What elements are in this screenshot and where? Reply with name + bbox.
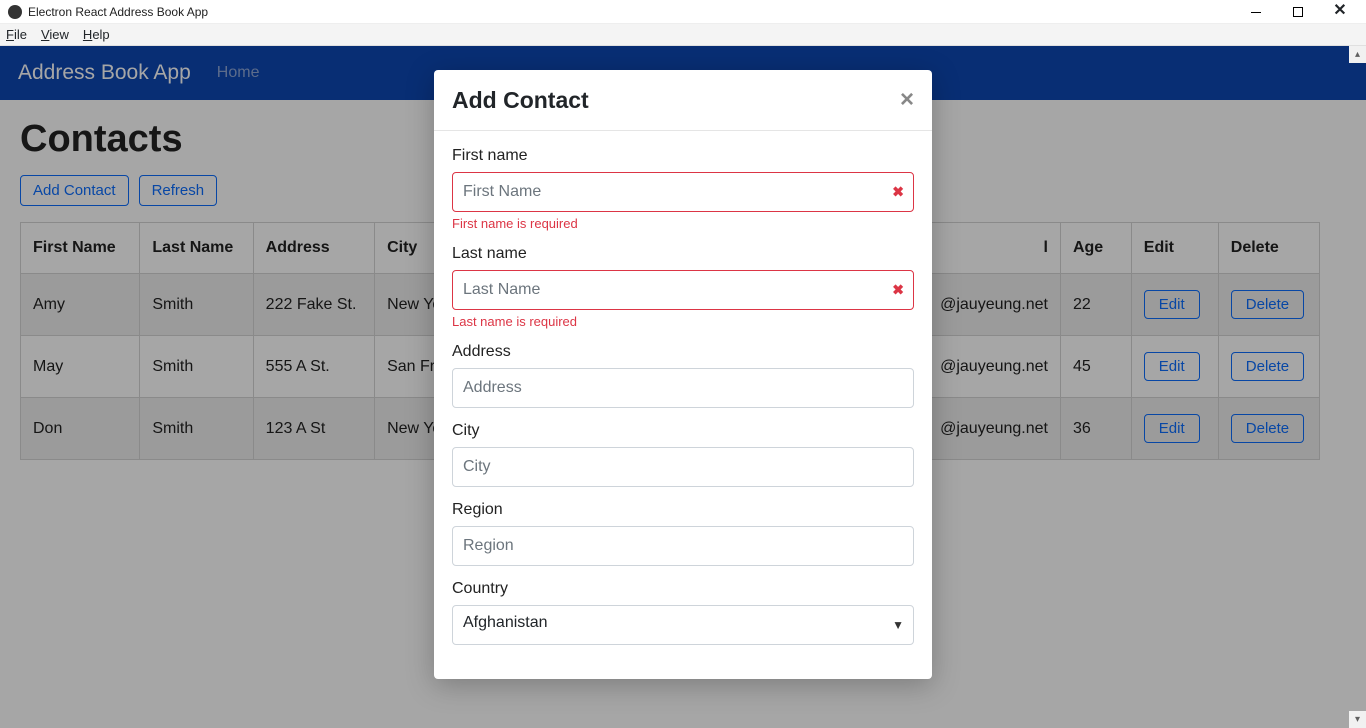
last-name-group: Last name ✖ Last name is required bbox=[452, 245, 914, 329]
first-name-input[interactable] bbox=[452, 172, 914, 212]
menu-help[interactable]: Help bbox=[83, 27, 110, 42]
first-name-group: First name ✖ First name is required bbox=[452, 147, 914, 231]
region-input[interactable] bbox=[452, 526, 914, 566]
country-group: Country Afghanistan ▼ bbox=[452, 580, 914, 645]
country-label: Country bbox=[452, 580, 914, 598]
city-label: City bbox=[452, 422, 914, 440]
window-title: Electron React Address Book App bbox=[28, 5, 208, 19]
address-group: Address bbox=[452, 343, 914, 408]
window-titlebar: Electron React Address Book App ✕ bbox=[0, 0, 1366, 24]
minimize-button[interactable] bbox=[1244, 4, 1268, 20]
menubar: File View Help bbox=[0, 24, 1366, 46]
first-name-error: First name is required bbox=[452, 216, 914, 231]
menu-file[interactable]: File bbox=[6, 27, 27, 42]
city-input[interactable] bbox=[452, 447, 914, 487]
titlebar-controls: ✕ bbox=[1244, 4, 1358, 20]
last-name-label: Last name bbox=[452, 245, 914, 263]
window-close-button[interactable]: ✕ bbox=[1328, 4, 1352, 20]
scrollbar-down-button[interactable]: ▾ bbox=[1349, 711, 1366, 728]
address-input[interactable] bbox=[452, 368, 914, 408]
maximize-button[interactable] bbox=[1286, 4, 1310, 20]
minimize-icon bbox=[1251, 12, 1261, 13]
modal-title: Add Contact bbox=[452, 87, 589, 114]
modal-body: First name ✖ First name is required Last… bbox=[434, 131, 932, 679]
menu-view[interactable]: View bbox=[41, 27, 69, 42]
last-name-input[interactable] bbox=[452, 270, 914, 310]
modal-close-button[interactable]: × bbox=[900, 86, 914, 114]
app-icon bbox=[8, 5, 22, 19]
region-group: Region bbox=[452, 501, 914, 566]
add-contact-modal: Add Contact × First name ✖ First name is… bbox=[434, 70, 932, 679]
modal-header: Add Contact × bbox=[434, 70, 932, 131]
maximize-icon bbox=[1293, 7, 1303, 17]
first-name-label: First name bbox=[452, 147, 914, 165]
country-select[interactable]: Afghanistan bbox=[452, 605, 914, 645]
last-name-input-wrap: ✖ bbox=[452, 270, 914, 310]
last-name-error: Last name is required bbox=[452, 314, 914, 329]
region-label: Region bbox=[452, 501, 914, 519]
address-label: Address bbox=[452, 343, 914, 361]
scrollbar-up-button[interactable]: ▴ bbox=[1349, 46, 1366, 63]
invalid-icon: ✖ bbox=[892, 184, 904, 201]
invalid-icon: ✖ bbox=[892, 282, 904, 299]
country-select-wrap: Afghanistan ▼ bbox=[452, 605, 914, 645]
first-name-input-wrap: ✖ bbox=[452, 172, 914, 212]
titlebar-left: Electron React Address Book App bbox=[8, 5, 208, 19]
city-group: City bbox=[452, 422, 914, 487]
